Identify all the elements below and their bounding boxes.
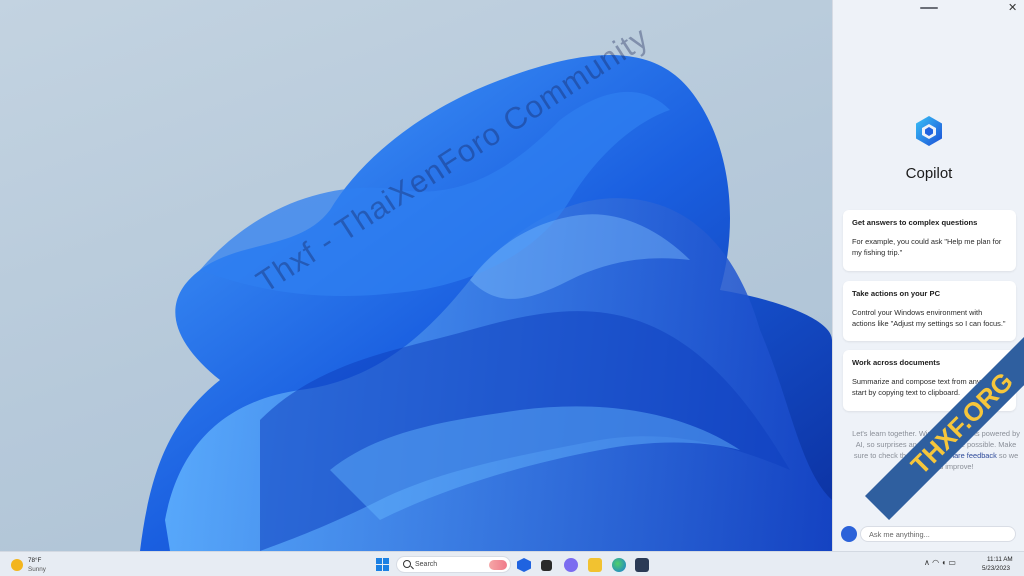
search-icon <box>403 560 411 568</box>
desktop: Thxf - ThaiXenForo Community ✕ Copilot G… <box>0 0 1024 576</box>
search-highlight-icon <box>489 560 507 570</box>
edge-browser-icon[interactable] <box>612 558 626 572</box>
system-tray-icons[interactable]: ∧ ◠ ◖ ▭ <box>924 558 956 567</box>
card-heading: Get answers to complex questions <box>852 218 978 227</box>
search-label: Search <box>415 561 438 568</box>
close-icon[interactable]: ✕ <box>1008 1 1017 14</box>
card-heading: Take actions on your PC <box>852 289 941 298</box>
taskbar-search[interactable]: Search <box>396 556 511 573</box>
card-heading: Work across documents <box>852 358 941 367</box>
store-icon[interactable] <box>635 558 649 572</box>
panel-title: Copilot <box>905 165 953 182</box>
teams-chat-icon[interactable] <box>564 558 578 572</box>
wallpaper-bloom <box>140 55 832 551</box>
chat-input[interactable]: Ask me anything... <box>860 526 1016 542</box>
suggestion-card-answers[interactable]: Get answers to complex questions For exa… <box>843 210 1016 271</box>
card-body: Control your Windows environment with ac… <box>852 308 1006 328</box>
new-chat-icon[interactable] <box>841 526 857 542</box>
copilot-taskbar-icon[interactable] <box>517 558 531 572</box>
task-view-icon[interactable] <box>541 560 552 571</box>
clock-time[interactable]: 11:11 AM <box>987 556 1013 563</box>
file-explorer-icon[interactable] <box>588 558 602 572</box>
clock-date[interactable]: 5/23/2023 <box>982 565 1010 572</box>
panel-drag-handle[interactable] <box>920 7 938 9</box>
copilot-logo-icon <box>916 116 942 146</box>
windows-start-icon[interactable] <box>376 558 390 572</box>
weather-description[interactable]: Sunny <box>28 566 46 573</box>
sun-icon[interactable] <box>11 559 23 571</box>
suggestion-card-actions[interactable]: Take actions on your PC Control your Win… <box>843 281 1016 341</box>
weather-temperature[interactable]: 78°F <box>28 557 41 564</box>
card-body: For example, you could ask "Help me plan… <box>852 237 1002 257</box>
taskbar: 78°F Sunny Search ∧ ◠ ◖ ▭ 11:11 AM 5/23/… <box>0 551 1024 576</box>
